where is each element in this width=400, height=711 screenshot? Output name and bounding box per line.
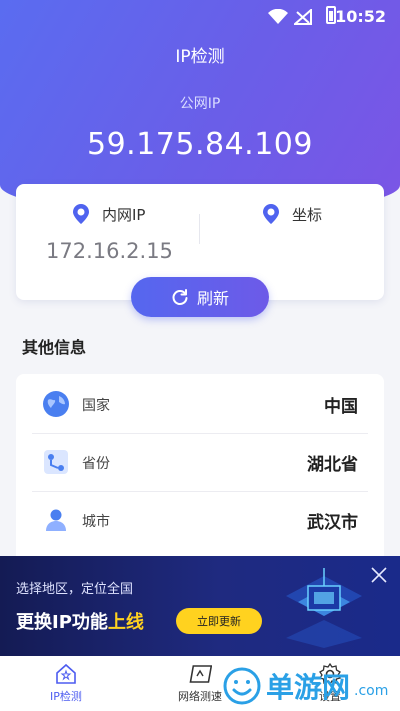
city-value: 武汉市 — [307, 513, 358, 533]
lan-ip-label: 内网IP — [102, 206, 146, 224]
location-pin-icon — [263, 204, 279, 224]
coordinate-label[interactable]: 坐标 — [292, 204, 322, 225]
country-key: 国家 — [82, 398, 110, 414]
signal-icon — [294, 9, 312, 25]
promo-banner[interactable]: 选择地区，定位全国 更换IP功能上线 立即更新 — [0, 556, 400, 656]
map-route-icon — [44, 450, 68, 474]
speed-icon — [189, 665, 212, 683]
location-pin-icon — [73, 204, 89, 224]
province-value: 湖北省 — [307, 455, 358, 475]
refresh-icon — [172, 289, 188, 305]
tab-ip-check[interactable]: IP检测 — [16, 656, 116, 711]
wifi-icon — [268, 9, 288, 24]
watermark-domain: .com — [354, 683, 389, 699]
city-key: 城市 — [82, 514, 110, 530]
lan-ip-value: 172.16.2.15 — [46, 239, 173, 263]
list-item-city: 城市 武汉市 — [32, 492, 368, 550]
info-list: 国家 中国 省份 湖北省 城市 武汉市 — [16, 374, 384, 564]
house-icon — [56, 663, 76, 684]
globe-icon — [43, 391, 69, 417]
list-item-province: 省份 湖北省 — [32, 434, 368, 492]
person-icon — [46, 509, 66, 531]
refresh-label: 刷新 — [196, 289, 229, 308]
close-icon[interactable] — [370, 566, 388, 584]
list-item-country: 国家 中国 — [32, 376, 368, 434]
tab-label: IP检测 — [50, 690, 82, 703]
status-time: 10:52 — [335, 7, 386, 26]
public-ip-value: 59.175.84.109 — [87, 127, 313, 162]
page-title: IP检测 — [175, 47, 225, 67]
refresh-button[interactable]: 刷新 — [131, 277, 269, 317]
status-bar: 10:52 — [0, 0, 400, 34]
watermark: 单游网 .com — [222, 664, 388, 708]
card-divider — [199, 214, 200, 244]
update-now-button[interactable]: 立即更新 — [176, 608, 262, 634]
server-illustration — [286, 568, 362, 648]
section-title: 其他信息 — [22, 338, 87, 357]
province-key: 省份 — [82, 456, 110, 472]
smiley-logo-icon — [223, 667, 261, 705]
watermark-text: 单游网 — [266, 671, 351, 704]
banner-highlight: 上线 — [107, 612, 144, 633]
banner-headline: 更换IP功能上线 — [16, 612, 144, 633]
banner-subtitle: 选择地区，定位全国 — [16, 582, 134, 597]
country-value: 中国 — [324, 397, 358, 417]
public-ip-label: 公网IP — [179, 96, 221, 112]
